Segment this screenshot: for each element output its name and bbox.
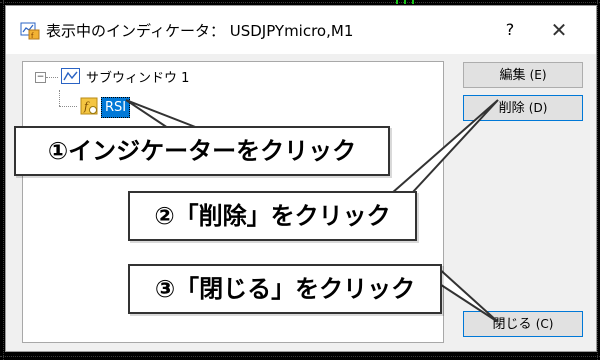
chart-grid-line: [0, 356, 600, 357]
close-button-label: 閉じる: [492, 317, 532, 332]
callout-step-3: ③「閉じる」をクリック: [128, 264, 442, 314]
tree-connector: [59, 106, 77, 107]
chart-grid-line: [0, 2, 600, 3]
chart-candle-marks: [404, 0, 406, 4]
chart-grid-line: [597, 0, 598, 360]
edit-button[interactable]: 編集 (E): [463, 62, 583, 88]
tree-connector: [59, 90, 60, 106]
subwindow-chart-icon: [61, 68, 80, 84]
tree-connector: [46, 77, 58, 78]
tree-item-rsi[interactable]: RSI: [101, 97, 131, 118]
delete-button[interactable]: 削除 (D): [463, 95, 583, 121]
close-button[interactable]: 閉じる (C): [463, 311, 583, 337]
delete-button-shortcut: (D): [528, 101, 548, 115]
custom-indicator-icon: f: [80, 97, 98, 115]
collapse-toggle[interactable]: −: [35, 72, 46, 83]
callout-step-2: ②「削除」をクリック: [128, 191, 417, 241]
close-button-shortcut: (C): [535, 317, 554, 331]
help-button[interactable]: ?: [490, 14, 530, 46]
dialog-app-icon: f: [20, 22, 40, 40]
chart-candle-marks: [396, 0, 398, 4]
close-window-button[interactable]: ✕: [536, 14, 582, 46]
chart-candle-marks: [412, 0, 414, 4]
tree-item-subwindow[interactable]: サブウィンドウ 1: [86, 67, 189, 86]
delete-button-label: 削除: [498, 101, 525, 116]
window-title: 表示中のインディケータ： USDJPYmicro,M1: [46, 22, 354, 40]
title-bar: f 表示中のインディケータ： USDJPYmicro,M1 ? ✕: [6, 6, 596, 54]
edit-button-label: 編集: [499, 68, 526, 83]
chart-grid-line: [3, 0, 4, 360]
callout-step-1: ①インジケーターをクリック: [14, 126, 390, 176]
edit-button-shortcut: (E): [529, 68, 547, 82]
